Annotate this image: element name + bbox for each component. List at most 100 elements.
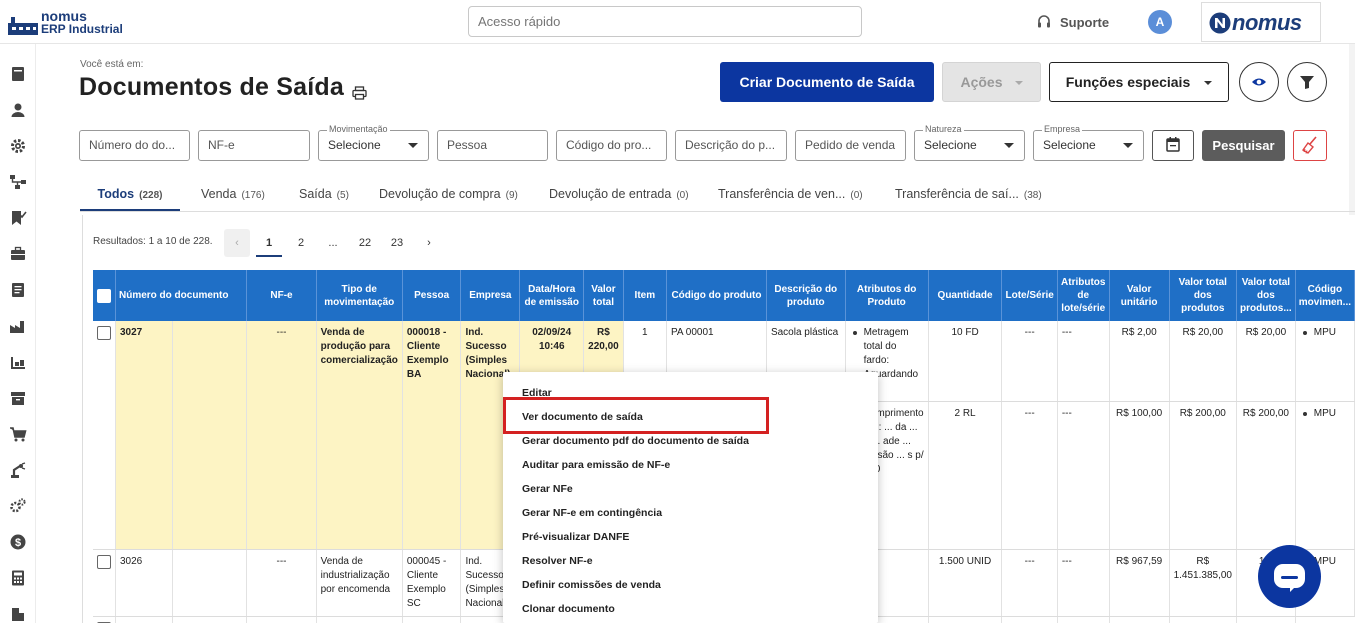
cell-valor-unit: R$ 100,00 bbox=[1109, 401, 1170, 550]
dollar-icon[interactable]: $ bbox=[9, 533, 27, 551]
cell-empty bbox=[402, 616, 462, 623]
filter-button[interactable] bbox=[1287, 62, 1327, 102]
user-icon[interactable] bbox=[9, 101, 27, 119]
nature-select[interactable]: Natureza Selecione bbox=[914, 124, 1025, 161]
chat-bubble-tail bbox=[1290, 584, 1298, 592]
special-functions-button[interactable]: Funções especiais bbox=[1049, 62, 1229, 102]
robot-arm-icon[interactable] bbox=[9, 461, 27, 479]
tab-saida[interactable]: Saída (5) bbox=[299, 178, 349, 211]
product-description-filter[interactable]: Descrição do p... bbox=[675, 130, 787, 161]
previous-page-button[interactable]: ‹ bbox=[224, 229, 250, 257]
cart-icon[interactable] bbox=[9, 425, 27, 443]
col-item[interactable]: Item bbox=[623, 270, 667, 321]
col-tipo[interactable]: Tipo de movimentação bbox=[316, 270, 403, 321]
col-atributos[interactable]: Atributos do Produto bbox=[845, 270, 929, 321]
col-nfe[interactable]: NF-e bbox=[246, 270, 317, 321]
cell-tipo: Venda de industrialização por encomenda bbox=[316, 549, 403, 617]
menu-item-gerar-nfe[interactable]: Gerar NFe bbox=[522, 483, 573, 495]
visibility-button[interactable] bbox=[1239, 62, 1279, 102]
col-numero[interactable]: Número do documento bbox=[115, 270, 248, 321]
factory-icon[interactable] bbox=[9, 317, 27, 335]
user-avatar[interactable]: A bbox=[1148, 10, 1172, 34]
col-data[interactable]: Data/Hora de emissão bbox=[519, 270, 585, 321]
actions-dropdown-button[interactable]: Ações bbox=[942, 62, 1041, 102]
support-link[interactable]: Suporte bbox=[1036, 13, 1109, 31]
search-button[interactable]: Pesquisar bbox=[1202, 130, 1285, 161]
quick-access-input[interactable] bbox=[468, 6, 862, 37]
col-total-prod[interactable]: Valor total dos produtos bbox=[1169, 270, 1237, 321]
tab-todos[interactable]: Todos (228) bbox=[80, 178, 180, 211]
page-2[interactable]: 2 bbox=[288, 229, 314, 257]
col-codigo[interactable]: Código do produto bbox=[666, 270, 767, 321]
person-filter[interactable]: Pessoa bbox=[437, 130, 548, 161]
page-1[interactable]: 1 bbox=[256, 229, 282, 257]
tab-devolucao-compra[interactable]: Devolução de compra (9) bbox=[379, 178, 518, 211]
archive-icon[interactable] bbox=[9, 389, 27, 407]
menu-item-clonar[interactable]: Clonar documento bbox=[522, 603, 615, 615]
document-icon[interactable] bbox=[9, 281, 27, 299]
nomus-logo[interactable]: nomus ERP Industrial bbox=[8, 7, 128, 37]
document-number-filter[interactable]: Número do do... bbox=[79, 130, 190, 161]
building-icon[interactable] bbox=[9, 605, 27, 623]
print-icon[interactable] bbox=[352, 86, 367, 100]
col-total-prod-2[interactable]: Valor total dos produtos... bbox=[1236, 270, 1296, 321]
workflow-icon[interactable] bbox=[9, 173, 27, 191]
date-filter-button[interactable] bbox=[1152, 130, 1194, 161]
calculator-icon[interactable] bbox=[9, 569, 27, 587]
page-22[interactable]: 22 bbox=[352, 229, 378, 257]
gears-icon[interactable] bbox=[9, 497, 27, 515]
cell-empty bbox=[316, 616, 403, 623]
menu-item-auditar-nfe[interactable]: Auditar para emissão de NF-e bbox=[522, 459, 670, 471]
menu-item-nfe-contingencia[interactable]: Gerar NF-e em contingência bbox=[522, 507, 662, 519]
cell-numero: 3026 bbox=[115, 549, 174, 617]
page-title: Documentos de Saída bbox=[79, 73, 344, 101]
warehouse-icon[interactable] bbox=[9, 353, 27, 371]
col-lote[interactable]: Lote/Série bbox=[1001, 270, 1058, 321]
chevron-down-icon bbox=[1014, 81, 1023, 85]
tab-transferencia-venda[interactable]: Transferência de ven... (0) bbox=[718, 178, 863, 211]
create-output-document-button[interactable]: Criar Documento de Saída bbox=[720, 62, 934, 102]
menu-item-pre-visualizar-danfe[interactable]: Pré-visualizar DANFE bbox=[522, 531, 629, 543]
logo-text-nomus: nomus bbox=[41, 8, 87, 24]
next-page-button[interactable]: › bbox=[416, 229, 442, 257]
tab-venda[interactable]: Venda (176) bbox=[201, 178, 265, 211]
tab-devolucao-entrada[interactable]: Devolução de entrada (0) bbox=[549, 178, 689, 211]
clear-filters-button[interactable] bbox=[1293, 130, 1327, 161]
cell-lote: --- bbox=[1001, 321, 1058, 402]
nomus-n-icon bbox=[1209, 12, 1231, 34]
col-quantidade[interactable]: Quantidade bbox=[928, 270, 1003, 321]
sales-order-filter[interactable]: Pedido de venda bbox=[795, 130, 906, 161]
top-bar: nomus ERP Industrial Suporte A nomus bbox=[0, 0, 1355, 44]
col-empresa[interactable]: Empresa bbox=[460, 270, 521, 321]
tab-transferencia-saida[interactable]: Transferência de saí... (38) bbox=[895, 178, 1042, 211]
bookmark-check-icon[interactable] bbox=[9, 209, 27, 227]
col-descricao[interactable]: Descrição do produto bbox=[766, 270, 846, 321]
cell-quantidade: 10 FD bbox=[928, 321, 1003, 402]
select-all-checkbox[interactable] bbox=[97, 288, 111, 303]
col-cod-mov[interactable]: Código movimen... bbox=[1295, 270, 1355, 321]
movement-type-select[interactable]: Movimentação Selecione bbox=[318, 124, 429, 161]
company-select[interactable]: Empresa Selecione bbox=[1033, 124, 1144, 161]
menu-item-gerar-pdf[interactable]: Gerar documento pdf do documento de saíd… bbox=[522, 435, 749, 447]
page-23[interactable]: 23 bbox=[384, 229, 410, 257]
row-checkbox[interactable] bbox=[97, 326, 111, 340]
col-valor-unit[interactable]: Valor unitário bbox=[1109, 270, 1170, 321]
gear-icon[interactable] bbox=[9, 137, 27, 155]
special-functions-label: Funções especiais bbox=[1065, 74, 1191, 90]
menu-item-comissoes[interactable]: Definir comissões de venda bbox=[522, 579, 661, 591]
book-icon[interactable] bbox=[9, 65, 27, 83]
cell-quantidade: 2 RL bbox=[928, 401, 1003, 550]
nfe-filter[interactable]: NF-e bbox=[198, 130, 310, 161]
product-code-filter[interactable]: Código do pro... bbox=[556, 130, 667, 161]
row-checkbox[interactable] bbox=[97, 554, 111, 569]
page-ellipsis: ... bbox=[328, 237, 338, 249]
col-atrib-lote[interactable]: Atributos de lote/série bbox=[1057, 270, 1110, 321]
nature-label: Natureza bbox=[923, 124, 964, 135]
menu-item-resolver-nfe[interactable]: Resolver NF-e bbox=[522, 555, 593, 567]
col-valor-total[interactable]: Valor total bbox=[583, 270, 624, 321]
chat-button[interactable] bbox=[1258, 545, 1321, 608]
briefcase-icon[interactable] bbox=[9, 245, 27, 263]
cell-nfe: --- bbox=[246, 321, 317, 550]
col-pessoa[interactable]: Pessoa bbox=[402, 270, 462, 321]
cell-empty bbox=[928, 616, 1003, 623]
